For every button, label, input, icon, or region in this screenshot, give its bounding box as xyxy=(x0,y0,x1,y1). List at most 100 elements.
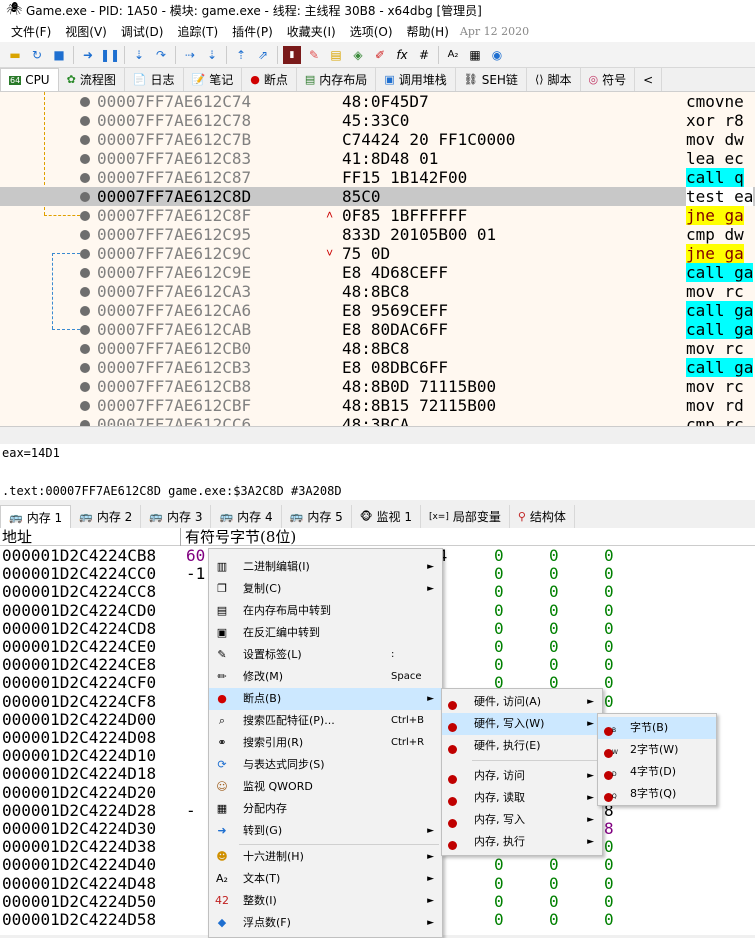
step-into-icon[interactable]: ⇣ xyxy=(130,46,148,64)
menu-item-modify[interactable]: ✏ 修改(M) Space xyxy=(209,666,442,688)
breakpoint-dot[interactable] xyxy=(80,116,90,126)
tab-memory-map[interactable]: ▤ 内存布局 xyxy=(297,68,377,91)
menu-item-sync[interactable]: ⟳ 与表达式同步(S) xyxy=(209,754,442,776)
menu-help[interactable]: 帮助(H) xyxy=(400,23,456,40)
run-to-user-code-icon[interactable]: ⇗ xyxy=(254,46,272,64)
breakpoint-submenu-item[interactable]: 内存, 访问 ► xyxy=(442,765,602,787)
breakpoint-dot[interactable] xyxy=(80,344,90,354)
tab-watch-1[interactable]: 🐵 监视 1 xyxy=(352,505,421,528)
patch-icon[interactable]: ✎ xyxy=(305,46,323,64)
breakpoint-dot[interactable] xyxy=(80,211,90,221)
menu-item-integer[interactable]: 42 整数(I) ► xyxy=(209,890,442,912)
breakpoint-submenu-item[interactable]: 硬件, 访问(A) ► xyxy=(442,691,602,713)
breakpoint-dot[interactable] xyxy=(80,230,90,240)
menu-item-copy[interactable]: ❐ 复制(C) ► xyxy=(209,578,442,600)
disasm-row[interactable]: 00007FF7AE612C9C ˅ 75 0D jne ga xyxy=(0,244,755,263)
step-over-icon[interactable]: ↷ xyxy=(152,46,170,64)
menu-item-binoculars[interactable]: ⚭ 搜索引用(R) Ctrl+R xyxy=(209,732,442,754)
breakpoint-dot[interactable] xyxy=(80,287,90,297)
breakpoint-submenu-item[interactable]: 硬件, 写入(W) ► xyxy=(442,713,602,735)
tab-locals[interactable]: [x=] 局部变量 xyxy=(421,505,510,528)
calculator-icon[interactable]: ▦ xyxy=(466,46,484,64)
menu-item-watch[interactable]: ☺ 监视 QWORD xyxy=(209,776,442,798)
hw-write-size-item[interactable]: Q 8字节(Q) xyxy=(598,783,716,805)
menu-file[interactable]: 文件(F) xyxy=(4,23,58,40)
execute-till-return-icon[interactable]: ⇡ xyxy=(232,46,250,64)
disasm-row[interactable]: 00007FF7AE612CB3 E8 08DBC6FF call ga xyxy=(0,358,755,377)
menu-item-goto[interactable]: ➜ 转到(G) ► xyxy=(209,820,442,842)
function-icon[interactable]: fx xyxy=(393,46,411,64)
trace-into-icon[interactable]: ⇢ xyxy=(181,46,199,64)
menu-item-label[interactable]: ✎ 设置标签(L): xyxy=(209,644,442,666)
menu-item-allocate[interactable]: ▦ 分配内存 xyxy=(209,798,442,820)
disasm-row[interactable]: 00007FF7AE612C74 48:0F45D7 cmovne xyxy=(0,92,755,111)
menu-debug[interactable]: 调试(D) xyxy=(114,23,171,40)
scylla-icon[interactable]: ▮ xyxy=(283,45,301,64)
tab-symbols[interactable]: ◎ 符号 xyxy=(581,68,636,91)
tab-log[interactable]: 📄 日志 xyxy=(125,68,184,91)
tab-dump-1[interactable]: 🚌 内存 1 xyxy=(0,505,72,528)
menu-favourites[interactable]: 收藏夹(I) xyxy=(280,23,343,40)
disassembly-view[interactable]: 00007FF7AE612C74 48:0F45D7 cmovne 00007FF7A… xyxy=(0,92,755,426)
disasm-row[interactable]: 00007FF7AE612C78 45:33C0 xor r8 xyxy=(0,111,755,130)
stop-icon[interactable]: ■ xyxy=(50,46,68,64)
breakpoint-submenu-item[interactable]: 内存, 读取 ► xyxy=(442,787,602,809)
breakpoint-submenu-item[interactable]: 内存, 写入 ► xyxy=(442,809,602,831)
tab-dump-3[interactable]: 🚌 内存 3 xyxy=(141,505,212,528)
open-icon[interactable]: ▬ xyxy=(6,46,24,64)
disasm-row[interactable]: 00007FF7AE612CC6 48:3BCA cmp rc xyxy=(0,415,755,426)
hash-icon[interactable]: # xyxy=(415,46,433,64)
breakpoint-dot[interactable] xyxy=(80,268,90,278)
breakpoint-dot[interactable] xyxy=(80,249,90,259)
menu-item-disasm-goto[interactable]: ▣ 在反汇编中转到 xyxy=(209,622,442,644)
breakpoint-dot[interactable] xyxy=(80,325,90,335)
run-icon[interactable]: ➜ xyxy=(79,46,97,64)
menu-view[interactable]: 视图(V) xyxy=(58,23,114,40)
bookmark-icon[interactable]: ✐ xyxy=(371,46,389,64)
breakpoint-dot[interactable] xyxy=(80,97,90,107)
menu-item-binary-edit[interactable]: ▥ 二进制编辑(I) ► xyxy=(209,556,442,578)
tab-script[interactable]: ⟨⟩ 脚本 xyxy=(527,68,581,91)
tab-dump-5[interactable]: 🚌 内存 5 xyxy=(282,505,352,528)
menu-trace[interactable]: 追踪(T) xyxy=(170,23,225,40)
strings-icon[interactable]: A₂ xyxy=(444,46,462,64)
disasm-row[interactable]: 00007FF7AE612CAB E8 80DAC6FF call ga xyxy=(0,320,755,339)
breakpoint-submenu-item[interactable]: 内存, 执行 ► xyxy=(442,831,602,853)
tab-graph[interactable]: ✿ 流程图 xyxy=(59,68,125,91)
disasm-row[interactable]: 00007FF7AE612C8F ˄ 0F85 1BFFFFFF jne ga xyxy=(0,206,755,225)
pane-splitter[interactable] xyxy=(0,426,755,444)
breakpoint-dot[interactable] xyxy=(80,154,90,164)
breakpoint-dot[interactable] xyxy=(80,401,90,411)
pause-icon[interactable]: ❚❚ xyxy=(100,46,120,64)
tab-seh[interactable]: ⛓ SEH链 xyxy=(456,68,527,91)
label-icon[interactable]: ◈ xyxy=(349,46,367,64)
tab-notes[interactable]: 📝 笔记 xyxy=(184,68,243,91)
comment-icon[interactable]: ▤ xyxy=(327,46,345,64)
menu-options[interactable]: 选项(O) xyxy=(343,23,400,40)
disasm-row[interactable]: 00007FF7AE612CBF 48:8B15 72115B00 mov rd xyxy=(0,396,755,415)
menu-item-text[interactable]: A₂ 文本(T) ► xyxy=(209,868,442,890)
menu-plugins[interactable]: 插件(P) xyxy=(225,23,280,40)
menu-item-memory-map-goto[interactable]: ▤ 在内存布局中转到 xyxy=(209,600,442,622)
menu-item-hex[interactable]: ☻ 十六进制(H) ► xyxy=(209,846,442,868)
disasm-row-current[interactable]: 00007FF7AE612C8D 85C0 test ea xyxy=(0,187,755,206)
tab-breakpoints[interactable]: ● 断点 xyxy=(242,68,297,91)
disasm-row[interactable]: 00007FF7AE612C87 FF15 1B142F00 call q xyxy=(0,168,755,187)
menu-item-pattern-search[interactable]: ⌕ 搜索匹配特征(P)... Ctrl+B xyxy=(209,710,442,732)
disasm-row[interactable]: 00007FF7AE612C9E E8 4D68CEFF call ga xyxy=(0,263,755,282)
trace-over-icon[interactable]: ⇣ xyxy=(203,46,221,64)
breakpoint-dot[interactable] xyxy=(80,135,90,145)
tab-dump-2[interactable]: 🚌 内存 2 xyxy=(71,505,142,528)
breakpoint-dot[interactable] xyxy=(80,382,90,392)
breakpoint-dot[interactable] xyxy=(80,173,90,183)
tab-struct[interactable]: ⚲ 结构体 xyxy=(510,505,575,528)
restart-icon[interactable]: ↻ xyxy=(28,46,46,64)
tab-dump-4[interactable]: 🚌 内存 4 xyxy=(211,505,282,528)
disasm-row[interactable]: 00007FF7AE612C83 41:8D48 01 lea ec xyxy=(0,149,755,168)
breakpoint-submenu-item[interactable]: 硬件, 执行(E) xyxy=(442,735,602,757)
hw-write-size-item[interactable]: W 2字节(W) xyxy=(598,739,716,761)
breakpoint-dot[interactable] xyxy=(80,306,90,316)
globe-icon[interactable]: ◉ xyxy=(488,46,506,64)
hw-write-size-item[interactable]: D 4字节(D) xyxy=(598,761,716,783)
disasm-row[interactable]: 00007FF7AE612CA3 48:8BC8 mov rc xyxy=(0,282,755,301)
